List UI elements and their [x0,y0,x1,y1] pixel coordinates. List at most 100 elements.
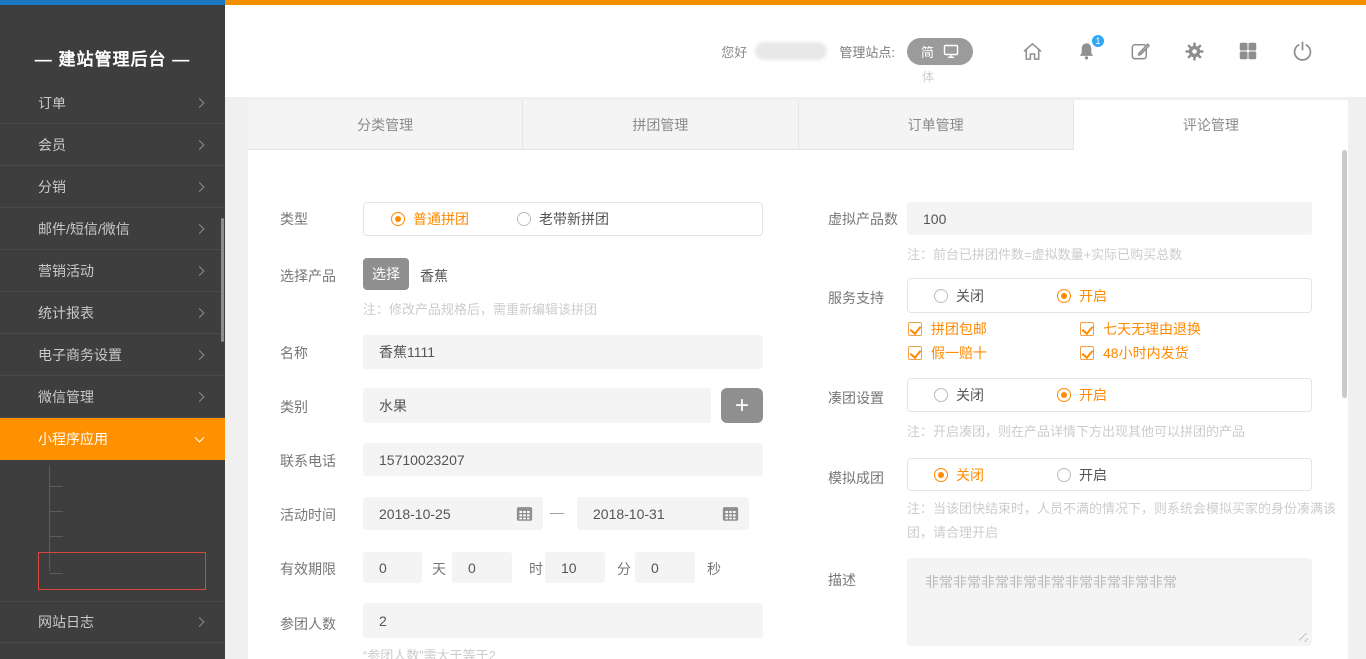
radio-service-on[interactable] [1057,289,1071,303]
category-select[interactable]: 水果 [363,388,711,423]
radio-service-on-label[interactable]: 开启 [1079,286,1107,306]
panel-scrollbar[interactable] [1342,150,1347,398]
annotation-highlight-box [38,552,206,590]
language-label-wrap: 体 [922,68,934,85]
sidebar: — 建站管理后台 — 订单 会员 分销 邮件/短信/微信 营销活动 统计报表 电… [0,5,225,659]
radio-service-off[interactable] [934,289,948,303]
type-label: 类型 [280,209,308,229]
virtual-count-label: 虚拟产品数 [828,209,898,229]
radio-simulate-on-label[interactable]: 开启 [1079,465,1107,485]
notification-badge: 1 [1091,34,1105,48]
tab-bar: 分类管理 拼团管理 订单管理 评论管理 [248,100,1348,150]
days-unit: 天 [432,559,446,579]
notifications-bell-icon[interactable]: 1 [1075,40,1098,63]
radio-gather-on[interactable] [1057,388,1071,402]
header-icons: 1 [1021,40,1314,63]
checkbox-icon [908,322,922,336]
sidebar-menu: 订单 会员 分销 邮件/短信/微信 营销活动 统计报表 电子商务设置 微信管理 [0,97,225,659]
radio-simulate-on[interactable] [1057,468,1071,482]
virtual-count-input[interactable]: 100 [907,202,1312,235]
simulate-note-line2: 团，请合理开启 [907,522,998,541]
home-icon[interactable] [1021,40,1044,63]
start-date-input[interactable]: 2018-10-25 [363,497,543,530]
validity-seconds-input[interactable]: 0 [635,552,695,583]
main-panel: 分类管理 拼团管理 订单管理 评论管理 类型 普通拼团 老带新拼团 选择产品 选… [248,100,1348,659]
chevron-right-icon [195,266,205,276]
product-note: 注：修改产品规格后，需重新编辑该拼团 [363,299,597,318]
sidebar-item-wechat-management[interactable]: 微信管理 [0,376,225,418]
validity-minutes-input[interactable]: 10 [545,552,605,583]
radio-normal-groupbuy[interactable] [391,212,405,226]
sidebar-item-miniprogram-apps[interactable]: 小程序应用 [0,418,225,460]
radio-gather-off[interactable] [934,388,948,402]
sidebar-item-site-logs[interactable]: 网站日志 [0,601,225,643]
apps-grid-icon[interactable] [1237,40,1260,63]
service-support-label: 服务支持 [828,288,884,308]
sidebar-item-members[interactable]: 会员 [0,124,225,166]
checkbox-icon [1080,346,1094,360]
checkbox-seven-day-return[interactable]: 七天无理由退换 [1080,319,1201,339]
service-support-radio-group: 关闭 开启 [907,278,1312,313]
radio-old-new-groupbuy[interactable] [517,212,531,226]
calendar-icon[interactable] [516,505,533,522]
description-label: 描述 [828,570,856,590]
sidebar-item-orders[interactable]: 订单 [0,97,225,124]
gather-radio-group: 关闭 开启 [907,378,1312,412]
resize-grip[interactable] [1299,633,1308,642]
phone-input[interactable]: 15710023207 [363,443,763,476]
members-input[interactable]: 2 [363,603,763,638]
language-toggle[interactable]: 简 [907,38,973,65]
edit-icon[interactable] [1129,40,1152,63]
radio-old-new-groupbuy-label[interactable]: 老带新拼团 [539,209,609,229]
checkbox-free-shipping[interactable]: 拼团包邮 [908,319,987,339]
virtual-count-note: 注：前台已拼团件数=虚拟数量+实际已购买总数 [907,244,1182,263]
calendar-icon[interactable] [722,505,739,522]
tab-category-management[interactable]: 分类管理 [248,100,523,150]
radio-service-off-label[interactable]: 关闭 [956,286,984,306]
phone-label: 联系电话 [280,451,336,471]
greeting-label: 您好 [721,42,747,61]
chevron-right-icon [195,350,205,360]
name-label: 名称 [280,343,308,363]
chevron-right-icon [195,140,205,150]
sidebar-item-marketing[interactable]: 营销活动 [0,250,225,292]
validity-days-input[interactable]: 0 [363,552,422,583]
validity-hours-input[interactable]: 0 [452,552,512,583]
add-category-button[interactable]: + [721,388,763,423]
checkbox-fake-one-pay-ten[interactable]: 假一赔十 [908,343,987,363]
checkbox-48h-shipping[interactable]: 48小时内发货 [1080,343,1189,363]
radio-simulate-off-label[interactable]: 关闭 [956,465,984,485]
activity-time-label: 活动时间 [280,505,336,525]
radio-normal-groupbuy-label[interactable]: 普通拼团 [413,209,469,229]
tab-groupbuy-management[interactable]: 拼团管理 [523,100,798,150]
manage-site-label: 管理站点: [839,42,895,61]
radio-gather-on-label[interactable]: 开启 [1079,385,1107,405]
chevron-down-icon [195,433,205,443]
sidebar-scrollbar[interactable] [221,218,224,342]
language-label: 简 [921,42,934,61]
chevron-right-icon [195,308,205,318]
sidebar-item-distribution[interactable]: 分销 [0,166,225,208]
radio-simulate-off[interactable] [934,468,948,482]
description-textarea[interactable]: 非常非常非常非常非常非常非常非常非常 [907,558,1312,646]
members-label: 参团人数 [280,614,336,634]
tab-order-management[interactable]: 订单管理 [799,100,1074,150]
tab-review-management[interactable]: 评论管理 [1074,100,1348,150]
settings-gear-icon[interactable] [1183,40,1206,63]
checkbox-icon [908,346,922,360]
sidebar-item-mail-sms-wechat[interactable]: 邮件/短信/微信 [0,208,225,250]
chevron-right-icon [195,182,205,192]
members-note: “参团人数”需大于等于2 [363,645,496,659]
type-radio-group: 普通拼团 老带新拼团 [363,202,763,236]
chevron-right-icon [195,224,205,234]
name-input[interactable]: 香蕉1111 [363,335,763,369]
select-product-button[interactable]: 选择 [363,258,409,290]
username-redacted [755,42,827,60]
logout-power-icon[interactable] [1291,40,1314,63]
sidebar-item-ecommerce-settings[interactable]: 电子商务设置 [0,334,225,376]
sidebar-item-reports[interactable]: 统计报表 [0,292,225,334]
monitor-icon [943,44,959,59]
chevron-right-icon [195,392,205,402]
radio-gather-off-label[interactable]: 关闭 [956,385,984,405]
end-date-input[interactable]: 2018-10-31 [577,497,749,530]
